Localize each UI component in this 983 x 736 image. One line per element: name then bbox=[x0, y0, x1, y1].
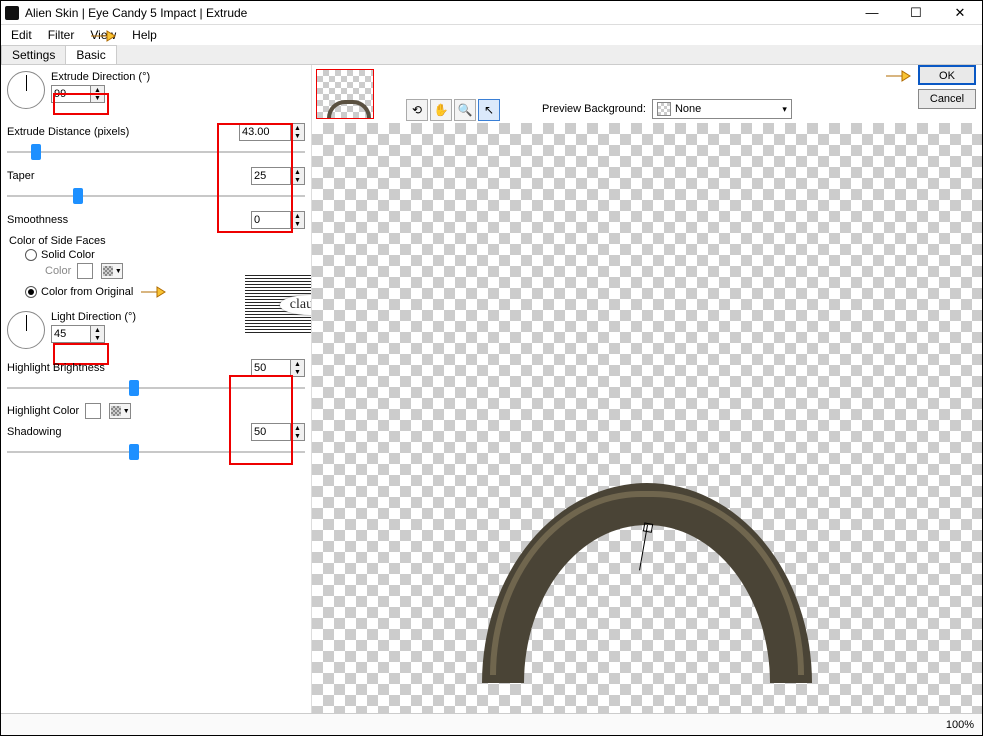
menu-edit[interactable]: Edit bbox=[3, 26, 40, 44]
preview-thumbnail[interactable] bbox=[316, 69, 376, 125]
window-buttons: — ☐ ✕ bbox=[850, 2, 982, 24]
chevron-down-icon: ▾ bbox=[782, 104, 787, 115]
solid-color-label: Solid Color bbox=[41, 249, 95, 261]
window-title: Alien Skin | Eye Candy 5 Impact | Extrud… bbox=[25, 6, 850, 20]
color-from-original-radio[interactable] bbox=[25, 286, 37, 298]
extrude-distance-input[interactable] bbox=[240, 124, 290, 140]
shadowing-slider[interactable] bbox=[7, 443, 305, 461]
status-bar: 100% bbox=[1, 713, 982, 735]
color-side-faces-label: Color of Side Faces bbox=[9, 235, 305, 247]
spin-down-icon[interactable]: ▼ bbox=[91, 94, 104, 102]
extrude-direction-label: Extrude Direction (°) bbox=[51, 71, 305, 83]
shadowing-spinner[interactable]: ▲▼ bbox=[251, 423, 305, 441]
tab-basic[interactable]: Basic bbox=[65, 45, 116, 64]
preview-panel: ⟲ ✋ 🔍 ↖ Preview Background: None ▾ OK Ca… bbox=[311, 65, 982, 713]
checker-icon bbox=[657, 102, 671, 116]
taper-input[interactable] bbox=[252, 168, 290, 184]
pointer-annotation-icon bbox=[884, 67, 912, 85]
spin-down-icon[interactable]: ▼ bbox=[291, 220, 304, 228]
preview-background-select[interactable]: None ▾ bbox=[652, 99, 792, 119]
highlight-brightness-spinner[interactable]: ▲▼ bbox=[251, 359, 305, 377]
settings-panel: Extrude Direction (°) ▲▼ Extrude Distanc… bbox=[1, 65, 311, 713]
tool-hand-icon[interactable]: ✋ bbox=[430, 99, 452, 121]
highlight-brightness-input[interactable] bbox=[252, 360, 290, 376]
color-from-original-label: Color from Original bbox=[41, 286, 133, 298]
shadowing-label: Shadowing bbox=[7, 426, 61, 438]
menu-help[interactable]: Help bbox=[124, 26, 165, 44]
preview-background-label: Preview Background: bbox=[542, 103, 646, 115]
menu-bar: Edit Filter View Help bbox=[1, 25, 982, 45]
extrude-direction-input[interactable] bbox=[52, 86, 90, 102]
taper-label: Taper bbox=[7, 170, 35, 182]
light-direction-spinner[interactable]: ▲▼ bbox=[51, 325, 105, 343]
solid-color-radio[interactable] bbox=[25, 249, 37, 261]
zoom-level: 100% bbox=[946, 719, 974, 731]
highlight-color-dropdown[interactable]: ▼ bbox=[109, 403, 131, 419]
extrude-distance-spinner[interactable]: ▲▼ bbox=[239, 123, 305, 141]
app-icon bbox=[5, 6, 19, 20]
tab-bar: Settings Basic bbox=[1, 45, 982, 65]
taper-spinner[interactable]: ▲▼ bbox=[251, 167, 305, 185]
spin-down-icon[interactable]: ▼ bbox=[291, 176, 304, 184]
light-direction-input[interactable] bbox=[52, 326, 90, 342]
tool-zoom-icon[interactable]: 🔍 bbox=[454, 99, 476, 121]
spin-up-icon[interactable]: ▲ bbox=[291, 168, 304, 176]
extrude-direction-spinner[interactable]: ▲▼ bbox=[51, 85, 105, 103]
main-area: Extrude Direction (°) ▲▼ Extrude Distanc… bbox=[1, 65, 982, 713]
tool-pointer-icon[interactable]: ↖ bbox=[478, 99, 500, 121]
spin-down-icon[interactable]: ▼ bbox=[291, 368, 304, 376]
maximize-button[interactable]: ☐ bbox=[894, 2, 938, 24]
highlight-brightness-slider[interactable] bbox=[7, 379, 305, 397]
highlight-brightness-label: Highlight Brightness bbox=[7, 362, 105, 374]
titlebar: Alien Skin | Eye Candy 5 Impact | Extrud… bbox=[1, 1, 982, 25]
preview-toolbar: ⟲ ✋ 🔍 ↖ Preview Background: None ▾ OK Ca… bbox=[312, 65, 982, 123]
cancel-button[interactable]: Cancel bbox=[918, 89, 976, 109]
ok-button[interactable]: OK bbox=[918, 65, 976, 85]
menu-filter[interactable]: Filter bbox=[40, 26, 83, 44]
tab-settings[interactable]: Settings bbox=[1, 45, 66, 64]
spin-up-icon[interactable]: ▲ bbox=[291, 360, 304, 368]
spin-down-icon[interactable]: ▼ bbox=[91, 334, 104, 342]
solid-color-dropdown[interactable]: ▼ bbox=[101, 263, 123, 279]
smoothness-input[interactable] bbox=[252, 212, 290, 228]
smoothness-label: Smoothness bbox=[7, 214, 68, 226]
highlight-color-swatch[interactable] bbox=[85, 403, 101, 419]
shadowing-input[interactable] bbox=[252, 424, 290, 440]
taper-slider[interactable] bbox=[7, 187, 305, 205]
spin-up-icon[interactable]: ▲ bbox=[291, 212, 304, 220]
minimize-button[interactable]: — bbox=[850, 2, 894, 24]
solid-color-swatch[interactable] bbox=[77, 263, 93, 279]
extrude-direction-dial[interactable] bbox=[7, 71, 45, 109]
smoothness-spinner[interactable]: ▲▼ bbox=[251, 211, 305, 229]
preview-background-value: None bbox=[675, 103, 701, 115]
spin-up-icon[interactable]: ▲ bbox=[291, 124, 304, 132]
tool-reset-icon[interactable]: ⟲ bbox=[406, 99, 428, 121]
preview-object bbox=[482, 483, 812, 683]
color-label: Color bbox=[45, 265, 71, 277]
close-button[interactable]: ✕ bbox=[938, 2, 982, 24]
spin-down-icon[interactable]: ▼ bbox=[291, 132, 304, 140]
spin-up-icon[interactable]: ▲ bbox=[91, 326, 104, 334]
spin-up-icon[interactable]: ▲ bbox=[91, 86, 104, 94]
extrude-distance-label: Extrude Distance (pixels) bbox=[7, 126, 129, 138]
pointer-annotation-icon bbox=[139, 283, 167, 301]
preview-canvas[interactable] bbox=[312, 123, 982, 713]
spin-down-icon[interactable]: ▼ bbox=[291, 432, 304, 440]
light-direction-dial[interactable] bbox=[7, 311, 45, 349]
menu-view[interactable]: View bbox=[82, 26, 124, 44]
spin-up-icon[interactable]: ▲ bbox=[291, 424, 304, 432]
action-buttons: OK Cancel bbox=[918, 65, 976, 109]
extrude-distance-slider[interactable] bbox=[7, 143, 305, 161]
highlight-color-label: Highlight Color bbox=[7, 405, 79, 417]
